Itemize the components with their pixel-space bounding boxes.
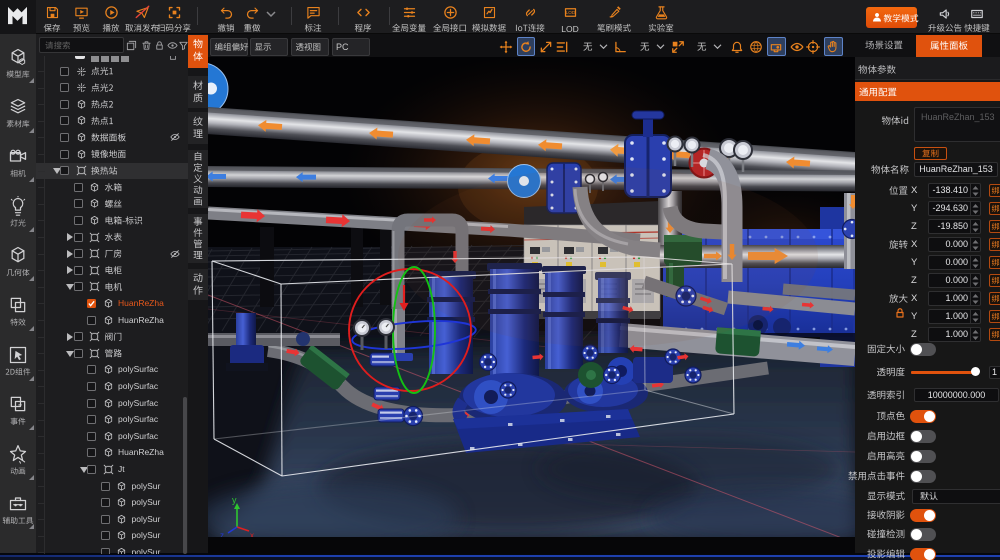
svg-text:LOD: LOD xyxy=(565,10,575,15)
svg-text:y: y xyxy=(232,495,237,505)
